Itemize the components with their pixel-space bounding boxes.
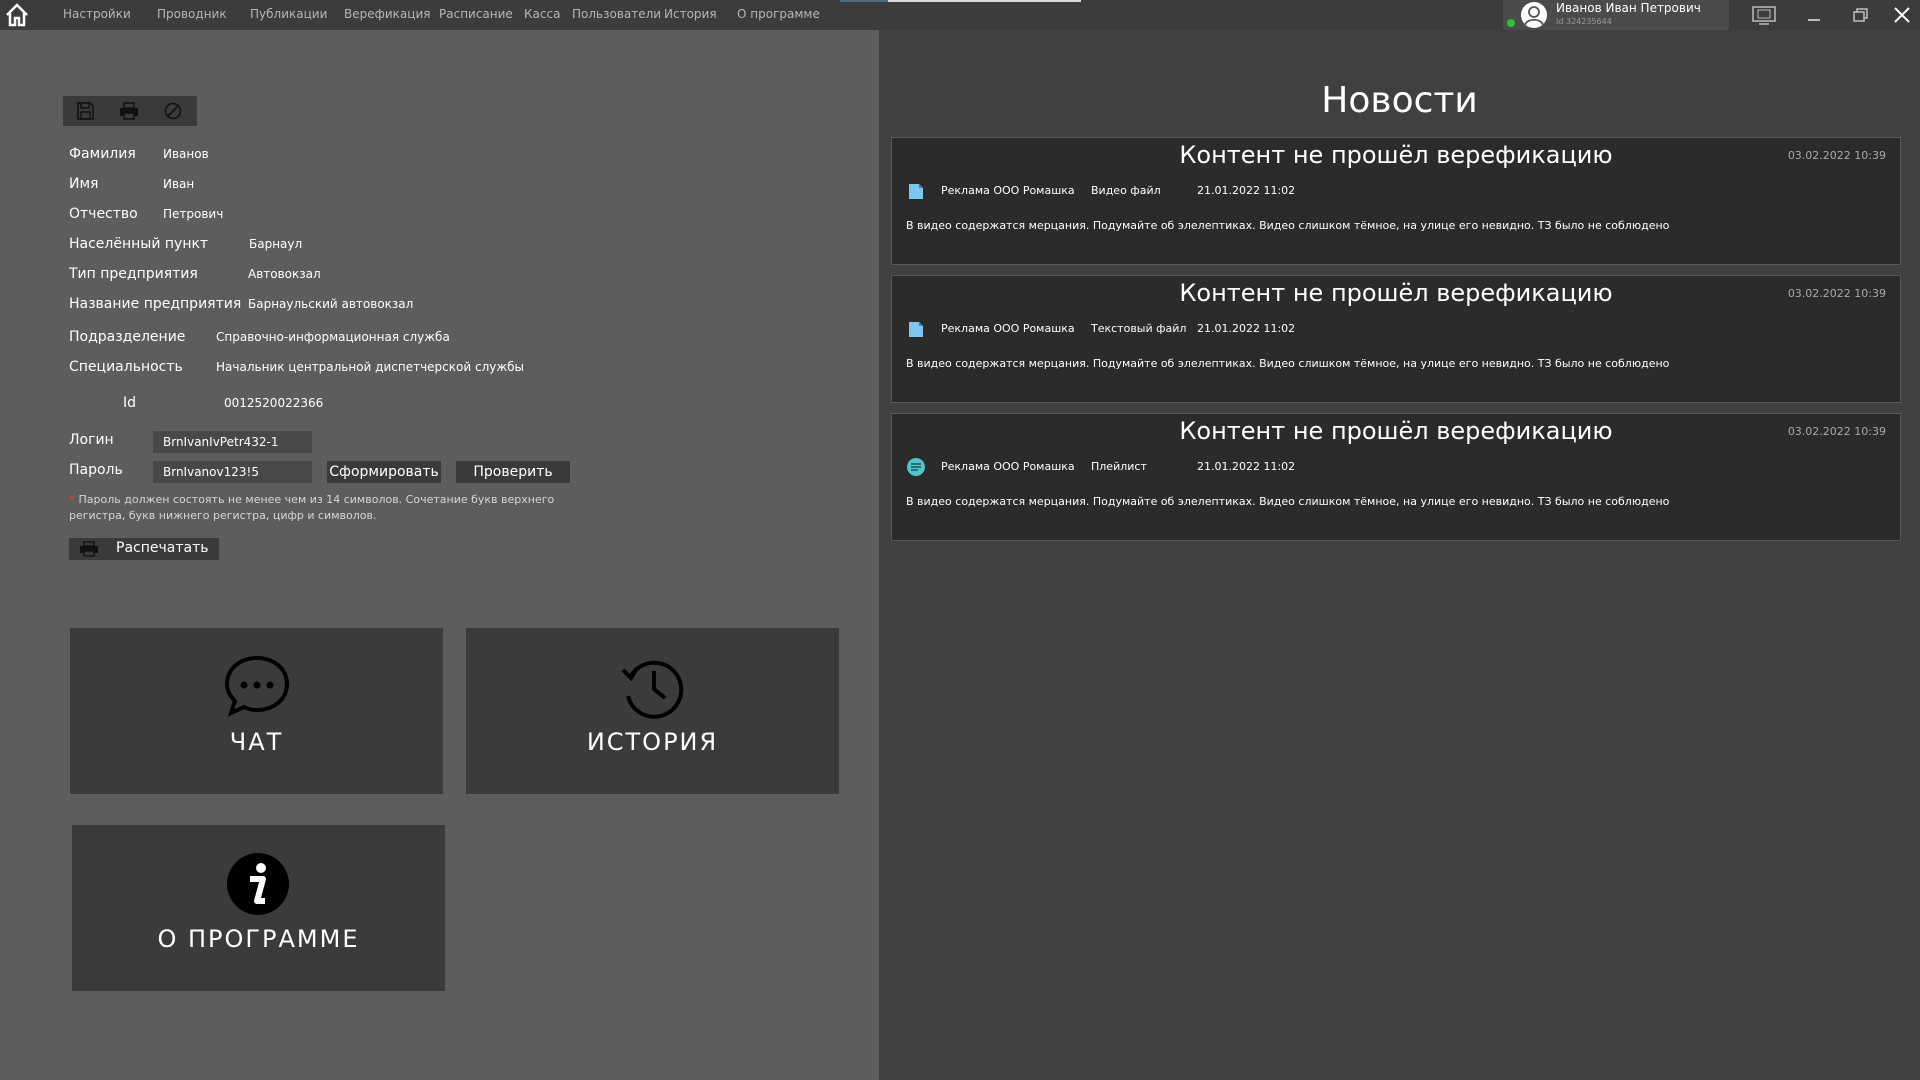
field-value-department: Справочно-информационная служба xyxy=(216,330,450,344)
field-label-city: Населённый пункт xyxy=(69,236,209,252)
news-card-timestamp: 03.02.2022 10:39 xyxy=(1787,425,1886,438)
news-card[interactable]: Контент не прошёл верефикацию 03.02.2022… xyxy=(891,413,1901,541)
close-icon[interactable] xyxy=(1887,3,1917,27)
login-field[interactable]: BrnIvanIvPetr432-1 xyxy=(153,431,312,453)
news-card-company: Реклама ООО Ромашка xyxy=(941,460,1075,473)
chat-bubble-icon xyxy=(224,655,290,717)
news-card-text: В видео содержатся мерцания. Подумайте о… xyxy=(906,495,1670,508)
field-value-specialty: Начальник центральной диспетчерской служ… xyxy=(216,360,525,374)
home-icon[interactable] xyxy=(4,2,30,28)
menu-item-verification[interactable]: Верефикация xyxy=(344,7,430,21)
field-label-specialty: Специальность xyxy=(69,359,183,375)
menu-item-cashbox[interactable]: Касса xyxy=(524,7,560,21)
required-marker: * xyxy=(69,493,75,506)
remote-desktop-icon[interactable] xyxy=(1749,3,1779,27)
field-value-company-name: Барнаульский автовокзал xyxy=(248,297,414,311)
news-panel: Новости Контент не прошёл верефикацию 03… xyxy=(879,30,1920,1080)
history-tile-label: ИСТОРИЯ xyxy=(586,728,719,756)
field-label-company-name: Название предприятия xyxy=(69,296,242,312)
online-status-indicator xyxy=(1507,19,1515,27)
login-label: Логин xyxy=(69,432,114,448)
tab-indicator xyxy=(840,0,888,2)
password-label: Пароль xyxy=(69,462,123,478)
news-card-type: Видео файл xyxy=(1091,184,1161,197)
menu-item-schedule[interactable]: Расписание xyxy=(439,7,513,21)
field-value-patronymic: Петрович xyxy=(163,207,224,221)
cancel-icon[interactable] xyxy=(161,99,185,123)
menu-item-about[interactable]: О программе xyxy=(737,7,820,21)
news-card[interactable]: Контент не прошёл верефикацию 03.02.2022… xyxy=(891,275,1901,403)
file-icon xyxy=(909,322,923,337)
news-card-title: Контент не прошёл верефикацию xyxy=(1179,279,1613,307)
field-label-id: Id xyxy=(123,395,137,411)
password-hint: * Пароль должен состоять не менее чем из … xyxy=(69,492,559,524)
news-card-timestamp: 03.02.2022 10:39 xyxy=(1787,287,1886,300)
field-value-city: Барнаул xyxy=(249,237,303,251)
chat-tile-label: ЧАТ xyxy=(229,728,284,756)
history-tile[interactable]: ИСТОРИЯ xyxy=(466,628,839,794)
field-value-company-type: Автовокзал xyxy=(248,267,321,281)
top-bar: Настройки Проводник Публикации Верефикац… xyxy=(0,0,1920,30)
news-card[interactable]: Контент не прошёл верефикацию 03.02.2022… xyxy=(891,137,1901,265)
about-tile-label: О ПРОГРАММЕ xyxy=(157,925,360,953)
field-value-id: 0012520022366 xyxy=(224,396,324,410)
menu-item-history[interactable]: История xyxy=(664,7,717,21)
field-label-patronymic: Отчество xyxy=(69,206,138,222)
news-card-company: Реклама ООО Ромашка xyxy=(941,184,1075,197)
password-field[interactable]: BrnIvanov123!5 xyxy=(153,461,312,483)
restore-icon[interactable] xyxy=(1845,3,1875,27)
field-value-name: Иван xyxy=(163,177,195,191)
field-label-department: Подразделение xyxy=(69,329,186,345)
profile-toolbar xyxy=(63,96,197,126)
news-card-timestamp: 03.02.2022 10:39 xyxy=(1787,149,1886,162)
tab-indicator xyxy=(888,0,1081,2)
playlist-icon xyxy=(907,458,925,476)
minimize-icon[interactable] xyxy=(1799,3,1829,27)
news-card-date: 21.01.2022 11:02 xyxy=(1197,184,1296,197)
user-id: Id 324235644 xyxy=(1556,17,1612,26)
chat-tile[interactable]: ЧАТ xyxy=(70,628,443,794)
menu-item-settings[interactable]: Настройки xyxy=(63,7,131,21)
printer-icon[interactable] xyxy=(117,99,141,123)
user-profile-block[interactable]: Иванов Иван Петрович Id 324235644 xyxy=(1503,0,1729,30)
user-avatar-icon xyxy=(1521,2,1547,28)
field-label-surname: Фамилия xyxy=(69,146,136,162)
print-button-label: Распечатать xyxy=(116,540,209,556)
menu-item-users[interactable]: Пользователи xyxy=(572,7,661,21)
print-button[interactable]: Распечатать xyxy=(69,538,219,560)
news-card-type: Текстовый файл xyxy=(1091,322,1187,335)
password-hint-text: Пароль должен состоять не менее чем из 1… xyxy=(69,493,555,522)
check-password-button[interactable]: Проверить xyxy=(456,461,570,483)
history-clock-icon xyxy=(621,660,684,719)
field-value-surname: Иванов xyxy=(163,147,209,161)
news-card-text: В видео содержатся мерцания. Подумайте о… xyxy=(906,219,1670,232)
info-icon xyxy=(227,853,289,915)
floppy-disk-icon[interactable] xyxy=(73,99,97,123)
user-name: Иванов Иван Петрович xyxy=(1556,1,1701,15)
menu-item-explorer[interactable]: Проводник xyxy=(157,7,227,21)
about-tile[interactable]: О ПРОГРАММЕ xyxy=(72,825,445,991)
news-card-title: Контент не прошёл верефикацию xyxy=(1179,141,1613,169)
file-icon xyxy=(909,184,923,199)
news-card-date: 21.01.2022 11:02 xyxy=(1197,460,1296,473)
generate-password-button[interactable]: Сформировать xyxy=(327,461,441,483)
news-card-text: В видео содержатся мерцания. Подумайте о… xyxy=(906,357,1670,370)
field-label-name: Имя xyxy=(69,176,99,192)
news-card-title: Контент не прошёл верефикацию xyxy=(1179,417,1613,445)
menu-item-publications[interactable]: Публикации xyxy=(250,7,327,21)
printer-icon xyxy=(80,541,98,557)
news-card-company: Реклама ООО Ромашка xyxy=(941,322,1075,335)
field-label-company-type: Тип предприятия xyxy=(69,266,198,282)
news-card-date: 21.01.2022 11:02 xyxy=(1197,322,1296,335)
news-title: Новости xyxy=(1321,80,1478,121)
news-card-type: Плейлист xyxy=(1091,460,1147,473)
